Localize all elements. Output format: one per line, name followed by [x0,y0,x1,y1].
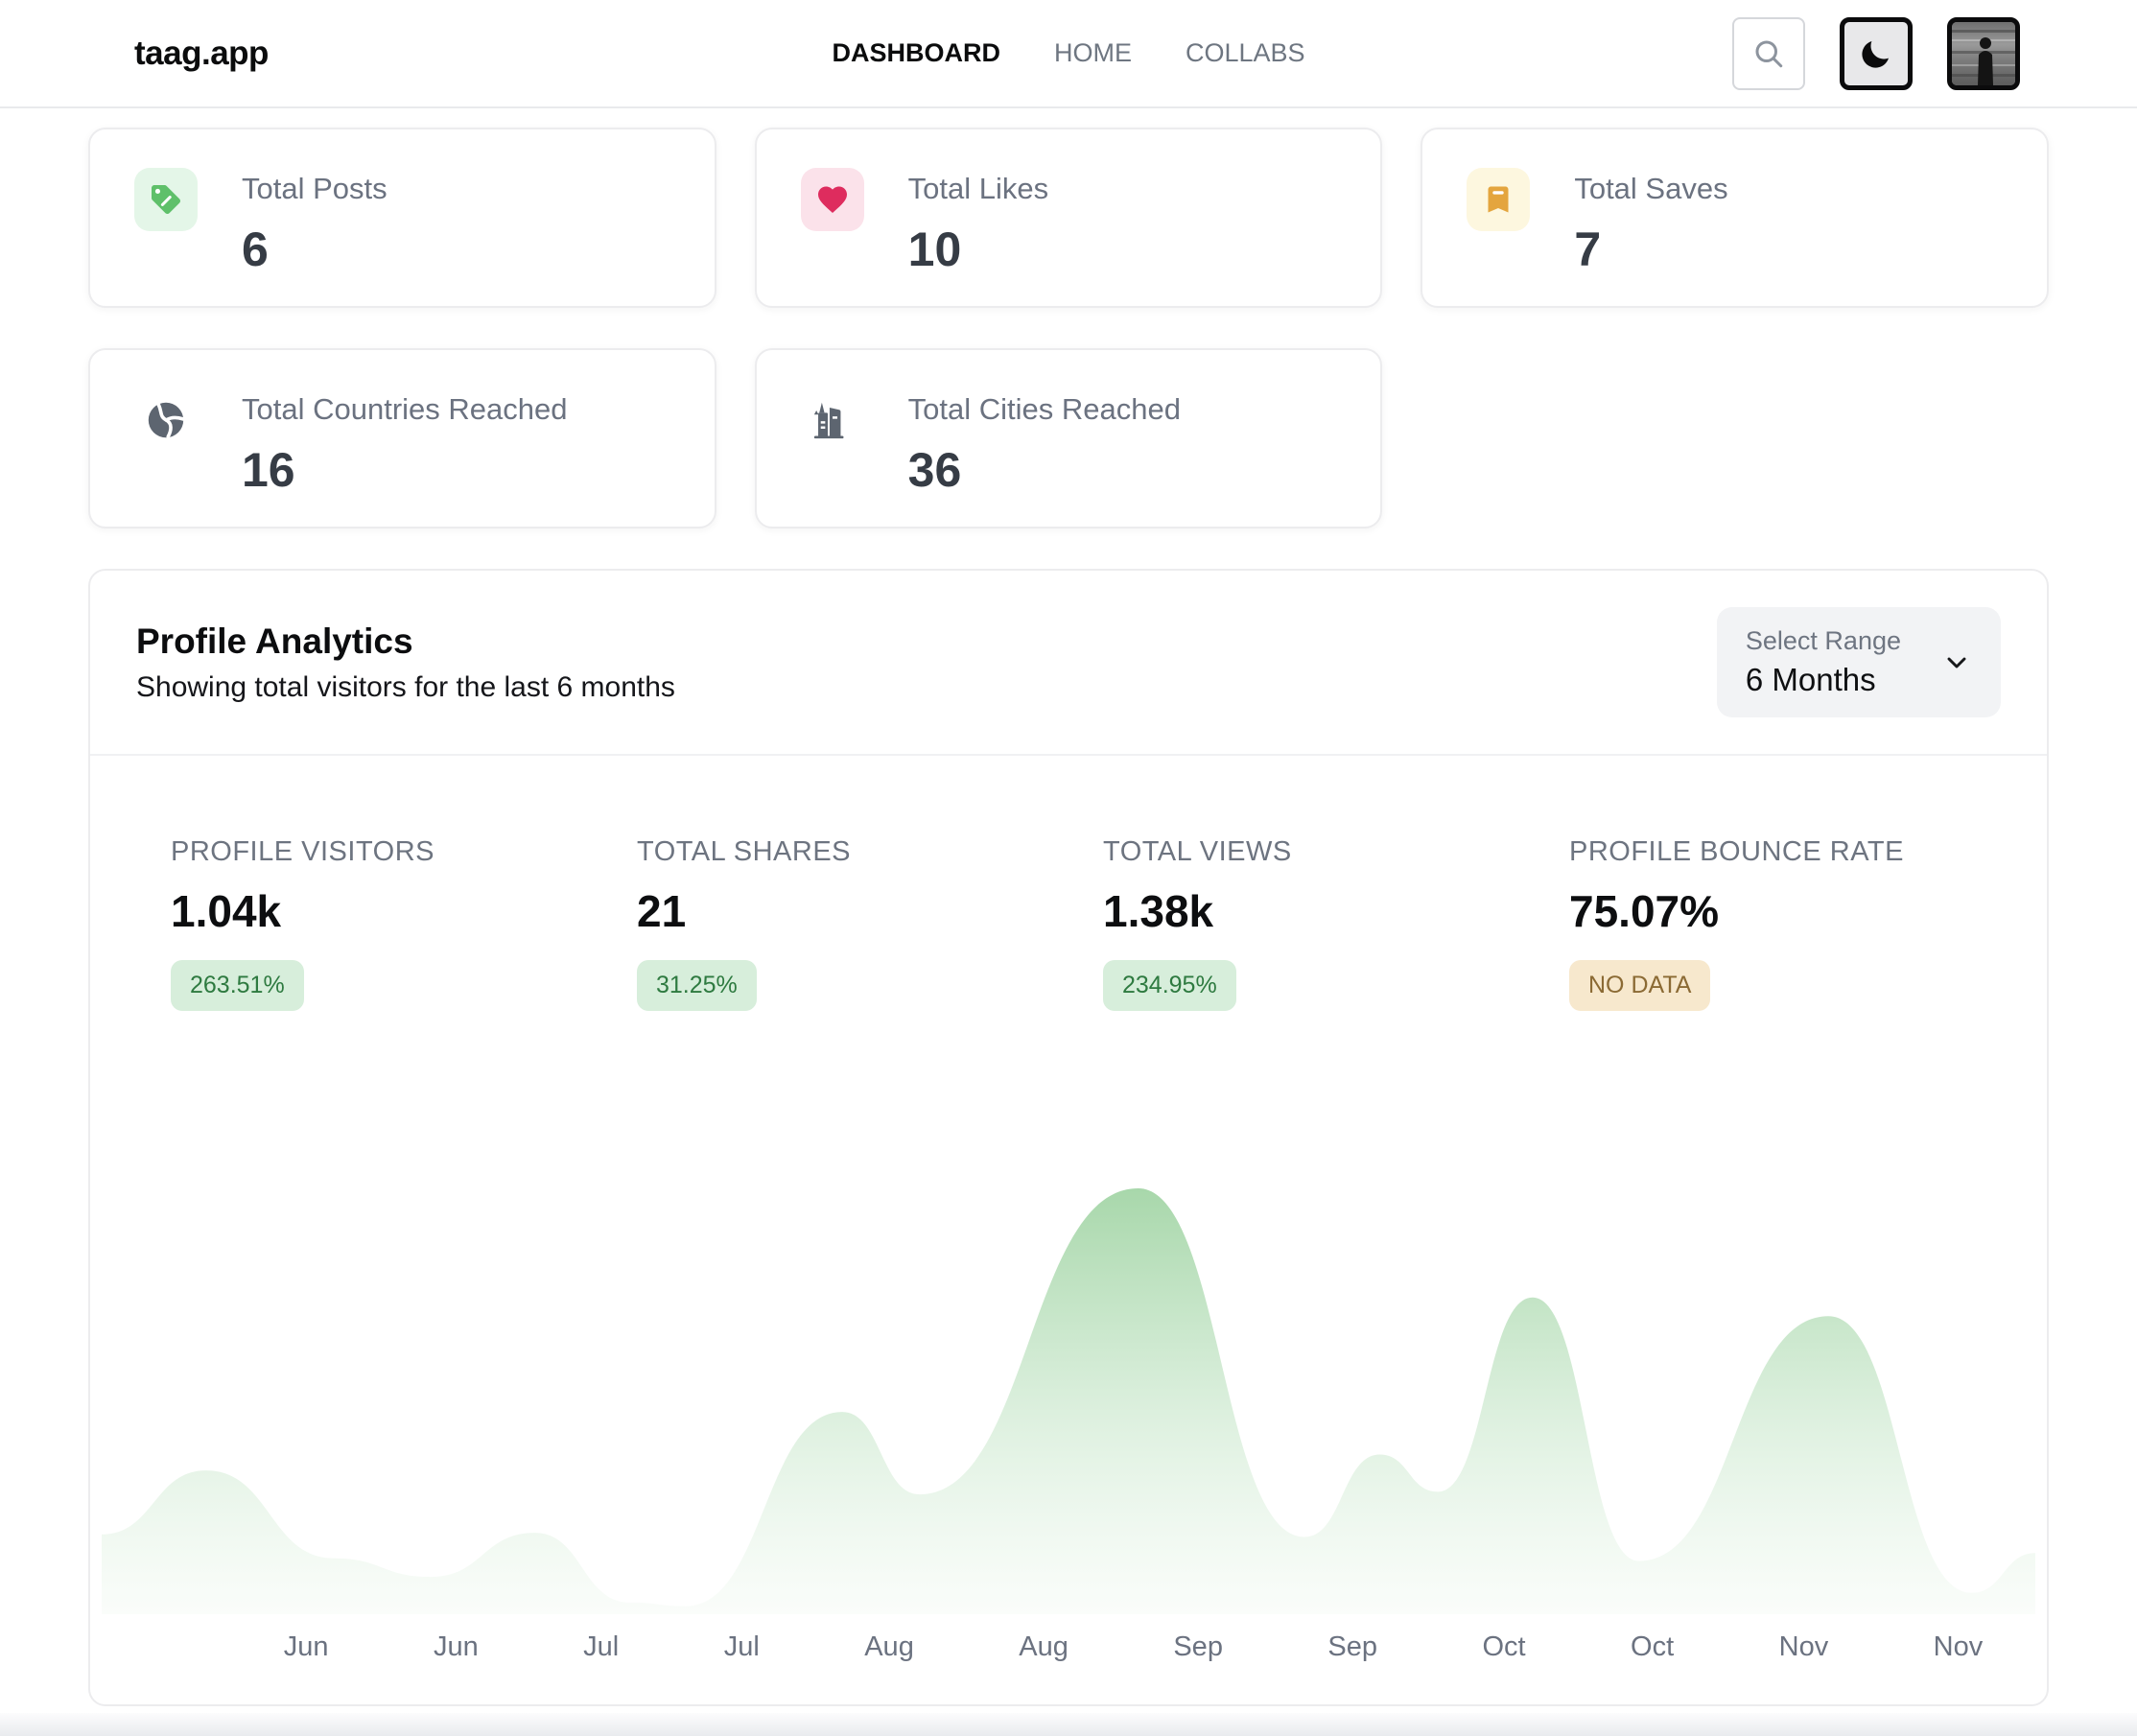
stat-label: Total Likes [908,172,1048,206]
metric-badge: NO DATA [1569,960,1710,1011]
stat-value: 6 [242,222,387,277]
heart-icon [801,168,864,231]
tag-icon [134,168,198,231]
visitors-area-series [102,1188,2035,1614]
metric-label: TOTAL SHARES [637,836,1068,868]
avatar-button[interactable] [1947,17,2020,90]
metric-value: 75.07% [1569,885,2001,937]
stat-value: 16 [242,442,567,498]
metric-value: 21 [637,885,1068,937]
search-button[interactable] [1732,17,1805,90]
metric-total-shares: TOTAL SHARES 21 31.25% [602,836,1068,1011]
header-actions [1732,17,2020,90]
main-nav: DASHBOARD HOME COLLABS [832,0,1304,106]
brand-logo[interactable]: taag.app [134,35,269,73]
chevron-down-icon [1941,647,1972,678]
range-select-dropdown[interactable]: Select Range 6 Months [1717,607,2001,717]
bookmark-icon [1467,168,1530,231]
x-axis-tick: Aug [864,1631,914,1663]
x-axis-tick: Sep [1173,1631,1223,1663]
x-axis-tick: Jul [724,1631,760,1663]
stat-card-total-saves: Total Saves 7 [1421,128,2049,308]
theme-toggle-button[interactable] [1840,17,1913,90]
x-axis-tick: Jun [284,1631,329,1663]
search-icon [1751,36,1786,71]
metric-value: 1.04k [171,885,602,937]
avatar-image [1952,22,2015,85]
metric-badge: 31.25% [637,960,757,1011]
metrics-row: PROFILE VISITORS 1.04k 263.51% TOTAL SHA… [90,756,2047,1011]
moon-icon [1858,35,1894,72]
visitors-area-chart[interactable]: Jun Jun Jul Jul Aug Aug Sep Sep Oct Oct Nov Nov [90,1082,2047,1663]
x-axis-tick: Nov [1934,1631,1984,1663]
metric-label: PROFILE BOUNCE RATE [1569,836,2001,868]
analytics-header: Profile Analytics Showing total visitors… [90,571,2047,756]
stat-label: Total Cities Reached [908,392,1181,427]
metric-value: 1.38k [1103,885,1535,937]
x-axis-tick: Aug [1019,1631,1068,1663]
metric-total-views: TOTAL VIEWS 1.38k 234.95% [1068,836,1535,1011]
stat-label: Total Saves [1574,172,1727,206]
x-axis-tick: Sep [1327,1631,1377,1663]
metric-profile-visitors: PROFILE VISITORS 1.04k 263.51% [136,836,602,1011]
stat-label: Total Countries Reached [242,392,567,427]
x-axis-tick: Jun [434,1631,479,1663]
nav-collabs[interactable]: COLLABS [1186,38,1305,68]
nav-home[interactable]: HOME [1054,38,1132,68]
x-axis-tick: Jul [583,1631,619,1663]
analytics-subtitle: Showing total visitors for the last 6 mo… [136,671,675,704]
analytics-title: Profile Analytics [136,622,675,662]
stat-card-total-likes: Total Likes 10 [755,128,1383,308]
globe-icon [134,388,198,452]
stat-card-total-cities: Total Cities Reached 36 [755,348,1383,528]
metric-bounce-rate: PROFILE BOUNCE RATE 75.07% NO DATA [1535,836,2001,1011]
page-bottom-strip [0,1713,2137,1736]
city-icon [801,388,864,452]
x-axis-labels: Jun Jun Jul Jul Aug Aug Sep Sep Oct Oct Nov Nov [102,1631,2035,1663]
metric-label: TOTAL VIEWS [1103,836,1535,868]
nav-dashboard[interactable]: DASHBOARD [832,38,1000,68]
range-select-value: 6 Months [1746,662,1901,698]
stat-label: Total Posts [242,172,387,206]
stat-card-total-posts: Total Posts 6 [88,128,716,308]
stat-value: 7 [1574,222,1727,277]
range-select-label: Select Range [1746,626,1901,656]
x-axis-tick: Oct [1482,1631,1525,1663]
stats-grid: Total Posts 6 Total Likes 10 Total Saves… [88,128,2049,528]
metric-label: PROFILE VISITORS [171,836,602,868]
metric-badge: 234.95% [1103,960,1236,1011]
stat-value: 10 [908,222,1048,277]
stat-value: 36 [908,442,1181,498]
metric-badge: 263.51% [171,960,304,1011]
x-axis-tick: Nov [1779,1631,1829,1663]
top-nav-bar: taag.app DASHBOARD HOME COLLABS [0,0,2137,108]
profile-analytics-card: Profile Analytics Showing total visitors… [88,569,2049,1706]
x-axis-tick: Oct [1631,1631,1674,1663]
stat-card-total-countries: Total Countries Reached 16 [88,348,716,528]
